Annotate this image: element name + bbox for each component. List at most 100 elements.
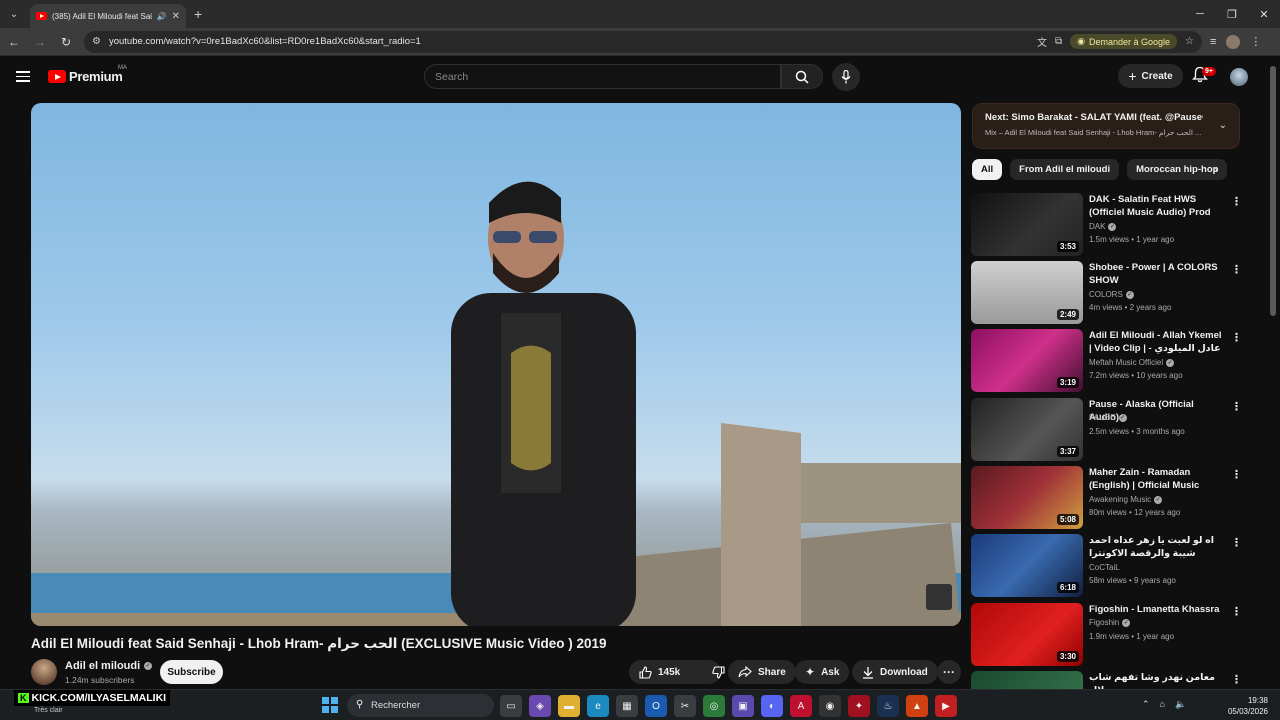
share-button[interactable]: Share <box>728 660 796 684</box>
recommendation-channel[interactable]: Awakening Music ✓ <box>1089 495 1163 504</box>
volume-icon[interactable]: 🔈 <box>1175 699 1186 710</box>
chip-all[interactable]: All <box>972 159 1003 180</box>
video-thumbnail[interactable]: 3:53 <box>971 193 1083 256</box>
forward-button[interactable]: → <box>28 30 52 54</box>
outlook-icon[interactable]: O <box>645 695 667 717</box>
bookmark-star-icon[interactable]: ☆ <box>1185 36 1194 47</box>
task-view-icon[interactable]: ▭ <box>500 695 522 717</box>
close-window-icon[interactable]: ✕ <box>1248 0 1280 28</box>
more-vert-icon[interactable]: ⋮ <box>1231 195 1242 208</box>
chevron-right-icon[interactable]: › <box>1214 164 1218 176</box>
voice-search-button[interactable] <box>832 63 860 91</box>
recommendation-channel[interactable]: COLORS ✓ <box>1089 290 1134 299</box>
reading-list-icon[interactable]: ≡ <box>1210 36 1216 48</box>
profile-avatar[interactable] <box>1226 34 1241 49</box>
gamepad-icon[interactable]: ▣ <box>732 695 754 717</box>
video-thumbnail[interactable]: 3:19 <box>971 329 1083 392</box>
recommendation-title[interactable]: اه لو لعبت يا زهر عداه احمد شيبة والرقصة… <box>1089 534 1223 561</box>
translate-icon[interactable]: 文 <box>1037 34 1047 49</box>
new-tab-button[interactable]: + <box>194 6 202 22</box>
address-bar[interactable]: ⚙ youtube.com/watch?v=0re1BadXc60&list=R… <box>84 30 1202 53</box>
recommendation-title[interactable]: Maher Zain - Ramadan (English) | Officia… <box>1089 466 1223 493</box>
recommendation-item[interactable]: 6:18 اه لو لعبت يا زهر عداه احمد شيبة وا… <box>971 534 1242 598</box>
menu-icon[interactable] <box>16 71 30 85</box>
browser-tab-active[interactable]: (385) Adil El Miloudi feat Said 🔊 ✕ <box>30 4 186 28</box>
recommendation-title[interactable]: DAK - Salatin Feat HWS (Officiel Music A… <box>1089 193 1223 220</box>
streaming-app-icon[interactable]: ▶ <box>935 695 957 717</box>
recommendation-item[interactable]: 3:19 Adil El Miloudi - Allah Ykemel | Vi… <box>971 329 1242 393</box>
video-thumbnail[interactable]: 3:37 <box>971 398 1083 461</box>
more-vert-icon[interactable]: ⋮ <box>1231 263 1242 276</box>
taskbar-search-input[interactable]: Rechercher <box>347 694 494 717</box>
channel-name-link[interactable]: Adil el miloudi ✓ <box>65 660 153 672</box>
recommendation-item[interactable]: 2:49 Shobee - Power | A COLORS SHOW COLO… <box>971 261 1242 325</box>
file-explorer-icon[interactable]: ▬ <box>558 695 580 717</box>
brave-icon[interactable]: ▲ <box>906 695 928 717</box>
video-thumbnail[interactable]: 5:08 <box>971 466 1083 529</box>
adobe-icon[interactable]: A <box>790 695 812 717</box>
up-next-card[interactable]: Next: Simo Barakat - SALAT YAMI (feat. @… <box>972 103 1240 149</box>
recommendation-item[interactable]: 3:53 DAK - Salatin Feat HWS (Officiel Mu… <box>971 193 1242 257</box>
channel-watermark-icon[interactable] <box>926 584 952 610</box>
screenshot-icon[interactable]: ✂ <box>674 695 696 717</box>
more-actions-icon[interactable]: ··· <box>937 660 961 684</box>
subscribe-button[interactable]: Subscribe <box>160 660 223 684</box>
chip-from-channel[interactable]: From Adil el miloudi <box>1010 159 1120 180</box>
page-scrollbar[interactable] <box>1270 66 1278 316</box>
video-thumbnail[interactable]: 3:30 <box>971 603 1083 666</box>
discord-icon[interactable]: ◐ <box>761 695 783 717</box>
back-button[interactable]: ← <box>2 30 26 54</box>
close-tab-icon[interactable]: ✕ <box>172 11 180 22</box>
more-vert-icon[interactable]: ⋮ <box>1231 400 1242 413</box>
recommendation-channel[interactable]: DAK ✓ <box>1089 222 1117 231</box>
search-input[interactable]: Search <box>424 64 781 89</box>
video-player[interactable] <box>31 103 961 626</box>
video-thumbnail[interactable]: 2:49 <box>971 261 1083 324</box>
site-info-icon[interactable]: ⚙ <box>92 36 101 47</box>
chevron-down-icon[interactable]: ⌄ <box>1219 120 1227 131</box>
obs-icon[interactable]: ◉ <box>819 695 841 717</box>
more-vert-icon[interactable]: ⋮ <box>1231 605 1242 618</box>
reload-button[interactable]: ↻ <box>54 30 78 54</box>
network-icon[interactable]: ⌂ <box>1160 699 1165 710</box>
more-vert-icon[interactable]: ⋮ <box>1231 468 1242 481</box>
recommendation-item[interactable]: معامن نهدر وشا تفهم شاب بلال ⋮ <box>971 671 1241 689</box>
recommendation-title[interactable]: Adil El Miloudi - Allah Ykemel | Video C… <box>1089 329 1223 356</box>
recommendation-channel[interactable]: CoCTaiL <box>1089 563 1120 572</box>
weather-widget[interactable]: Très clair <box>34 707 63 714</box>
more-vert-icon[interactable]: ⋮ <box>1231 331 1242 344</box>
minimize-icon[interactable]: ─ <box>1184 0 1216 28</box>
ask-google-button[interactable]: ◉ Demander à Google <box>1070 34 1178 49</box>
recommendation-channel[interactable]: PAUSE ✓ <box>1089 413 1127 422</box>
chip-moroccan-hiphop[interactable]: Moroccan hip-hop <box>1127 159 1228 180</box>
like-button[interactable]: 145k <box>629 660 690 684</box>
copilot-icon[interactable]: ◈ <box>529 695 551 717</box>
download-button[interactable]: Download <box>852 660 938 684</box>
ask-button[interactable]: ✦ Ask <box>795 660 850 684</box>
scrollbar-thumb[interactable] <box>1270 66 1276 316</box>
youtube-logo[interactable]: Premium MA <box>48 65 127 84</box>
speaker-icon[interactable]: 🔊 <box>157 12 167 21</box>
install-app-icon[interactable]: ⧉ <box>1055 36 1062 47</box>
search-button[interactable] <box>781 64 823 89</box>
channel-avatar[interactable] <box>31 659 57 685</box>
account-avatar[interactable] <box>1230 68 1248 86</box>
create-button[interactable]: + Create <box>1118 64 1183 88</box>
windows-start-icon[interactable] <box>322 697 338 713</box>
tab-search-chevron-icon[interactable]: ⌄ <box>4 4 24 24</box>
video-thumbnail[interactable]: 6:18 <box>971 534 1083 597</box>
recommendation-title[interactable]: Figoshin - Lmanetta Khassra <box>1089 603 1223 616</box>
more-vert-icon[interactable]: ⋮ <box>1231 536 1242 549</box>
taskbar-clock[interactable]: 19:38 05/03/2026 <box>1226 695 1268 717</box>
recommendation-title[interactable]: معامن نهدر وشا تفهم شاب بلال <box>1089 671 1223 689</box>
chrome-icon[interactable]: ◎ <box>703 695 725 717</box>
recommendation-title[interactable]: Shobee - Power | A COLORS SHOW <box>1089 261 1223 287</box>
recommendation-channel[interactable]: Meftah Music Officiel ✓ <box>1089 358 1175 367</box>
recommendation-item[interactable]: 5:08 Maher Zain - Ramadan (English) | Of… <box>971 466 1242 530</box>
recommendation-channel[interactable]: Figoshin ✓ <box>1089 618 1131 627</box>
chevron-up-icon[interactable]: ⌃ <box>1142 699 1150 710</box>
steam-icon[interactable]: ♨ <box>877 695 899 717</box>
video-thumbnail[interactable] <box>971 671 1083 689</box>
recommendation-item[interactable]: 3:30 Figoshin - Lmanetta Khassra Figoshi… <box>971 603 1242 667</box>
riot-icon[interactable]: ✦ <box>848 695 870 717</box>
